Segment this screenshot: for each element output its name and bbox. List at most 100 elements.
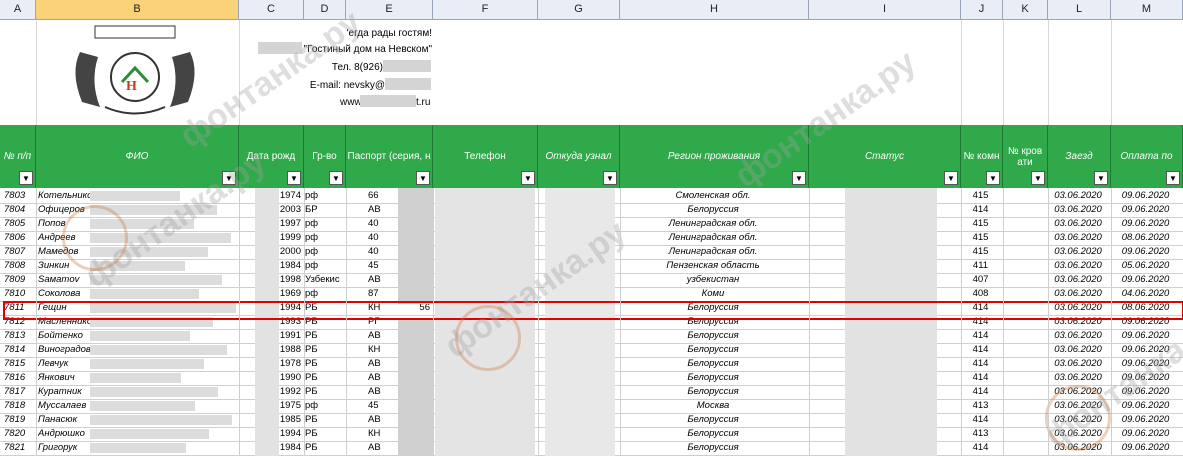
cell-cit[interactable]: рф bbox=[305, 217, 343, 231]
cell-room[interactable]: 413 bbox=[961, 399, 1000, 413]
cell-room[interactable]: 415 bbox=[961, 189, 1000, 203]
cell-out[interactable]: 09.06.2020 bbox=[1111, 371, 1180, 385]
cell-cit[interactable]: РБ bbox=[305, 385, 343, 399]
cell-n[interactable]: 7819 bbox=[4, 413, 33, 427]
cell-room[interactable]: 414 bbox=[961, 371, 1000, 385]
column-header-m[interactable]: M bbox=[1111, 0, 1183, 20]
cell-out[interactable]: 09.06.2020 bbox=[1111, 203, 1180, 217]
cell-out[interactable]: 09.06.2020 bbox=[1111, 329, 1180, 343]
cell-cit[interactable]: РБ bbox=[305, 371, 343, 385]
cell-cit[interactable]: рф bbox=[305, 231, 343, 245]
filter-dropdown-icon[interactable]: ▼ bbox=[1166, 171, 1180, 185]
cell-in[interactable]: 03.06.2020 bbox=[1048, 203, 1108, 217]
cell-n[interactable]: 7804 bbox=[4, 203, 33, 217]
cell-room[interactable]: 414 bbox=[961, 385, 1000, 399]
column-header-k[interactable]: K bbox=[1003, 0, 1048, 20]
cell-room[interactable]: 408 bbox=[961, 287, 1000, 301]
cell-cit[interactable]: рф bbox=[305, 287, 343, 301]
cell-out[interactable]: 09.06.2020 bbox=[1111, 245, 1180, 259]
column-header-d[interactable]: D bbox=[304, 0, 346, 20]
cell-n[interactable]: 7815 bbox=[4, 357, 33, 371]
cell-out[interactable]: 09.06.2020 bbox=[1111, 413, 1180, 427]
cell-out[interactable]: 08.06.2020 bbox=[1111, 231, 1180, 245]
cell-room[interactable]: 414 bbox=[961, 413, 1000, 427]
cell-room[interactable]: 414 bbox=[961, 329, 1000, 343]
cell-out[interactable]: 09.06.2020 bbox=[1111, 357, 1180, 371]
cell-room[interactable]: 415 bbox=[961, 245, 1000, 259]
cell-region[interactable]: Белоруссия bbox=[620, 371, 806, 385]
cell-in[interactable]: 03.06.2020 bbox=[1048, 371, 1108, 385]
cell-out[interactable]: 09.06.2020 bbox=[1111, 217, 1180, 231]
cell-cit[interactable]: РБ bbox=[305, 357, 343, 371]
filter-dropdown-icon[interactable]: ▼ bbox=[287, 171, 301, 185]
cell-region[interactable]: Белоруссия bbox=[620, 203, 806, 217]
filter-dropdown-icon[interactable]: ▼ bbox=[986, 171, 1000, 185]
cell-in[interactable]: 03.06.2020 bbox=[1048, 189, 1108, 203]
filter-dropdown-icon[interactable]: ▼ bbox=[19, 171, 33, 185]
cell-out[interactable]: 09.06.2020 bbox=[1111, 189, 1180, 203]
cell-room[interactable]: 407 bbox=[961, 273, 1000, 287]
cell-room[interactable]: 415 bbox=[961, 231, 1000, 245]
column-header-e[interactable]: E bbox=[346, 0, 433, 20]
column-header-a[interactable]: A bbox=[0, 0, 36, 20]
cell-in[interactable]: 03.06.2020 bbox=[1048, 357, 1108, 371]
filter-dropdown-icon[interactable]: ▼ bbox=[792, 171, 806, 185]
cell-in[interactable]: 03.06.2020 bbox=[1048, 329, 1108, 343]
cell-n[interactable]: 7821 bbox=[4, 441, 33, 455]
cell-region[interactable]: Смоленская обл. bbox=[620, 189, 806, 203]
column-header-f[interactable]: F bbox=[433, 0, 538, 20]
cell-region[interactable]: Пензенская область bbox=[620, 259, 806, 273]
cell-cit[interactable]: РБ bbox=[305, 441, 343, 455]
column-header-l[interactable]: L bbox=[1048, 0, 1111, 20]
cell-in[interactable]: 03.06.2020 bbox=[1048, 287, 1108, 301]
cell-out[interactable]: 09.06.2020 bbox=[1111, 343, 1180, 357]
cell-cit[interactable]: рф bbox=[305, 245, 343, 259]
cell-cit[interactable]: РБ bbox=[305, 413, 343, 427]
cell-n[interactable]: 7807 bbox=[4, 245, 33, 259]
filter-dropdown-icon[interactable]: ▼ bbox=[603, 171, 617, 185]
cell-region[interactable]: Белоруссия bbox=[620, 413, 806, 427]
filter-dropdown-icon[interactable]: ▼ bbox=[1094, 171, 1108, 185]
cell-out[interactable]: 09.06.2020 bbox=[1111, 385, 1180, 399]
cell-cit[interactable]: рф bbox=[305, 399, 343, 413]
filter-dropdown-icon[interactable]: ▼ bbox=[1031, 171, 1045, 185]
cell-n[interactable]: 7808 bbox=[4, 259, 33, 273]
cell-n[interactable]: 7820 bbox=[4, 427, 33, 441]
cell-cit[interactable]: РБ bbox=[305, 329, 343, 343]
column-header-c[interactable]: C bbox=[239, 0, 304, 20]
cell-region[interactable]: узбекистан bbox=[620, 273, 806, 287]
cell-region[interactable]: Коми bbox=[620, 287, 806, 301]
cell-in[interactable]: 03.06.2020 bbox=[1048, 245, 1108, 259]
cell-room[interactable]: 415 bbox=[961, 217, 1000, 231]
cell-room[interactable]: 411 bbox=[961, 259, 1000, 273]
cell-n[interactable]: 7818 bbox=[4, 399, 33, 413]
cell-cit[interactable]: РБ bbox=[305, 427, 343, 441]
cell-room[interactable]: 414 bbox=[961, 357, 1000, 371]
cell-region[interactable]: Ленинградская обл. bbox=[620, 245, 806, 259]
cell-room[interactable]: 414 bbox=[961, 203, 1000, 217]
column-header-j[interactable]: J bbox=[961, 0, 1003, 20]
cell-region[interactable]: Белоруссия bbox=[620, 385, 806, 399]
cell-region[interactable]: Ленинградская обл. bbox=[620, 231, 806, 245]
filter-dropdown-icon[interactable]: ▼ bbox=[222, 171, 236, 185]
cell-room[interactable]: 414 bbox=[961, 441, 1000, 455]
cell-out[interactable]: 09.06.2020 bbox=[1111, 427, 1180, 441]
column-header-g[interactable]: G bbox=[538, 0, 620, 20]
column-header-h[interactable]: H bbox=[620, 0, 809, 20]
cell-region[interactable]: Белоруссия bbox=[620, 343, 806, 357]
cell-in[interactable]: 03.06.2020 bbox=[1048, 259, 1108, 273]
cell-out[interactable]: 05.06.2020 bbox=[1111, 259, 1180, 273]
cell-n[interactable]: 7803 bbox=[4, 189, 33, 203]
cell-cit[interactable]: Узбекис bbox=[305, 273, 343, 287]
cell-region[interactable]: Ленинградская обл. bbox=[620, 217, 806, 231]
cell-n[interactable]: 7817 bbox=[4, 385, 33, 399]
cell-n[interactable]: 7814 bbox=[4, 343, 33, 357]
cell-in[interactable]: 03.06.2020 bbox=[1048, 273, 1108, 287]
cell-cit[interactable]: рф bbox=[305, 189, 343, 203]
column-header-b[interactable]: B bbox=[36, 0, 239, 20]
cell-cit[interactable]: БР bbox=[305, 203, 343, 217]
cell-n[interactable]: 7810 bbox=[4, 287, 33, 301]
cell-in[interactable]: 03.06.2020 bbox=[1048, 217, 1108, 231]
cell-cit[interactable]: рф bbox=[305, 259, 343, 273]
cell-region[interactable]: Белоруссия bbox=[620, 441, 806, 455]
